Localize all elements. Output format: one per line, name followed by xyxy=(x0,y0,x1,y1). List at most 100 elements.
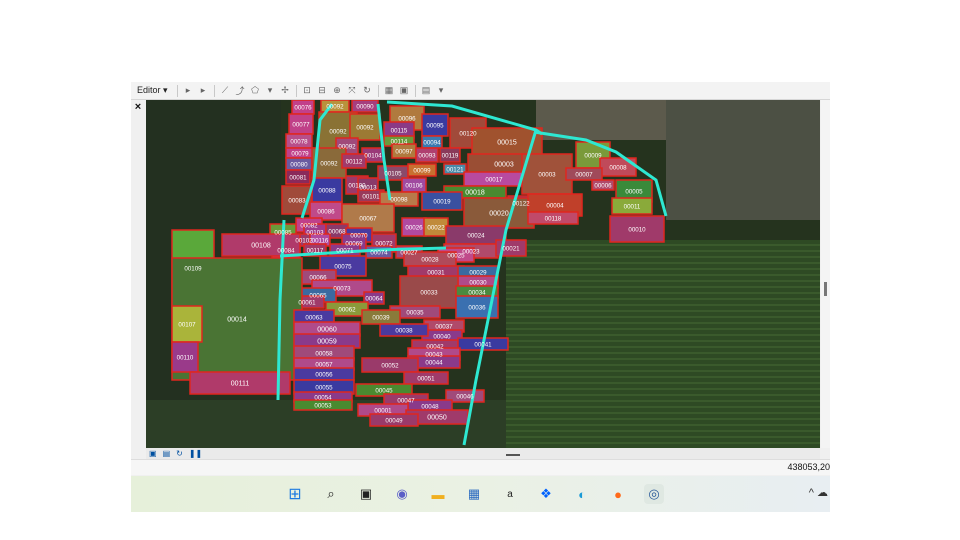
dropbox-icon[interactable]: ❖ xyxy=(536,484,556,504)
parcel-label: 00049 xyxy=(385,418,403,425)
parcel-label: 00065 xyxy=(309,293,327,300)
cut-polygon-icon[interactable]: ⊡ xyxy=(301,84,314,97)
parcel-label: 00064 xyxy=(365,296,383,303)
parcel-label: 00037 xyxy=(435,324,453,331)
parcel-label: 00116 xyxy=(312,238,329,245)
amazon-icon[interactable]: a xyxy=(500,484,520,504)
parcel-label: 00036 xyxy=(468,305,486,312)
close-icon[interactable]: × xyxy=(131,100,145,114)
vertical-scrollbar[interactable] xyxy=(821,100,830,448)
toolbar-separator xyxy=(176,84,178,97)
parcel-label: 00047 xyxy=(397,398,415,405)
rotate-icon[interactable]: ⊕ xyxy=(331,84,344,97)
parcel-label: 00058 xyxy=(315,351,333,358)
parcel-label: 00035 xyxy=(406,310,424,317)
parcel-label: 00078 xyxy=(290,139,308,146)
microsoft-store-icon[interactable]: ▦ xyxy=(464,484,484,504)
refresh-icon[interactable]: ↻ xyxy=(176,449,183,458)
parcel-label: 00096 xyxy=(398,116,416,123)
parcel-label: 00023 xyxy=(462,249,480,256)
create-features-icon[interactable]: ▤ xyxy=(420,84,433,97)
reshape-icon[interactable]: ✢ xyxy=(279,84,292,97)
parcel-label: 00028 xyxy=(421,257,439,264)
dropdown-icon[interactable]: ▾ xyxy=(435,84,448,97)
imagery-village-east xyxy=(666,100,820,220)
parcel-label: 00061 xyxy=(298,300,316,307)
parcel-label: 00095 xyxy=(426,123,444,130)
scrollbar-thumb[interactable] xyxy=(824,282,827,296)
parcel-label: 00033 xyxy=(420,290,438,297)
toolbar-separator xyxy=(213,84,215,97)
parcel-label: 00026 xyxy=(405,225,423,232)
parcel-label: 00006 xyxy=(594,183,612,190)
parcel-label: 00111 xyxy=(231,381,250,388)
gis-application-window: Editor ▾ ▸ ▸ ⟋ ⤴ ⬠ ▾ ✢ ⊡ ⊟ ⊕ ⤧ ↻ ▦ ▣ ▤ ▾… xyxy=(131,82,830,512)
arcgis-icon[interactable]: ◎ xyxy=(644,484,664,504)
parcel-label: 00071 xyxy=(336,248,354,255)
file-explorer-icon[interactable]: ▬ xyxy=(428,484,448,504)
teams-chat-icon[interactable]: ◉ xyxy=(392,484,412,504)
edit-annotation-icon[interactable]: ▸ xyxy=(197,84,210,97)
windows-start-icon[interactable]: ⊞ xyxy=(285,484,305,504)
parcel-label: 00066 xyxy=(309,275,327,282)
straight-segment-icon[interactable]: ⟋ xyxy=(219,84,232,97)
parcel-label: 00046 xyxy=(456,394,474,401)
coordinate-bar: 438053,20 xyxy=(131,459,830,475)
parcel-label: 00112 xyxy=(346,159,363,166)
parcel-label: 00009 xyxy=(584,153,602,160)
parcel-label: 00007 xyxy=(575,172,593,179)
toolbar-separator xyxy=(295,84,297,97)
parcel-label: 00057 xyxy=(315,362,333,369)
parcel-label: 00067 xyxy=(359,216,377,223)
parcel-label: 00092 xyxy=(329,129,347,136)
edge-browser-icon[interactable]: ◐ xyxy=(572,484,592,504)
editor-menu-button[interactable]: Editor ▾ xyxy=(131,85,174,96)
windows-taskbar: ⊞ ⌕ ▣ ◉ ▬ ▦ a ❖ ◐ ● ◎ ^ ☁ xyxy=(131,476,830,512)
firefox-icon[interactable]: ● xyxy=(608,484,628,504)
attributes-icon[interactable]: ▦ xyxy=(383,84,396,97)
trace-icon[interactable]: ⤴ xyxy=(234,84,247,97)
parcel-label: 00050 xyxy=(427,415,447,422)
edit-arrow-icon[interactable]: ▸ xyxy=(182,84,195,97)
map-view[interactable]: 00076 00092 00090 00077 00092 00092 00096 00095… xyxy=(146,100,820,448)
parcel-label: 00070 xyxy=(350,233,368,240)
parcel-label: 00019 xyxy=(433,199,451,206)
parcel-label: 00059 xyxy=(317,339,337,346)
parcel-label: 00090 xyxy=(356,104,374,111)
polygon-icon[interactable]: ⬠ xyxy=(249,84,262,97)
parcel-label: 00042 xyxy=(426,344,444,351)
toolbar-separator xyxy=(377,84,379,97)
parcel-label: 00080 xyxy=(290,162,308,169)
search-icon[interactable]: ⌕ xyxy=(321,484,341,504)
parcel-label: 00031 xyxy=(427,270,445,277)
task-view-icon[interactable]: ▣ xyxy=(356,484,376,504)
midpoint-icon[interactable]: ▾ xyxy=(264,84,277,97)
parcel-label: 00085 xyxy=(274,230,292,237)
parcel-label: 00081 xyxy=(289,175,307,182)
parcel-map[interactable]: 00076 00092 00090 00077 00092 00092 00096 00095… xyxy=(146,100,820,448)
panel-splitter[interactable] xyxy=(506,454,520,456)
parcel-label: 00029 xyxy=(469,270,487,277)
sketch-properties-icon[interactable]: ⤧ xyxy=(346,84,359,97)
parcel-label: 00092 xyxy=(338,144,356,151)
pause-icon[interactable]: ❚❚ xyxy=(189,449,202,458)
layout-view-icon[interactable]: ▣ xyxy=(149,449,157,458)
system-tray[interactable]: ^ ☁ xyxy=(809,486,828,499)
sketch-properties-icon[interactable]: ▣ xyxy=(398,84,411,97)
rotate-icon[interactable]: ↻ xyxy=(361,84,374,97)
parcel-label: 00063 xyxy=(305,315,323,322)
parcel-label: 00088 xyxy=(318,188,336,195)
parcel-label: 00092 xyxy=(326,104,344,111)
parcel-label: 00055 xyxy=(315,385,333,392)
parcel-label: 00053 xyxy=(314,403,332,410)
editor-toolbar: Editor ▾ ▸ ▸ ⟋ ⤴ ⬠ ▾ ✢ ⊡ ⊟ ⊕ ⤧ ↻ ▦ ▣ ▤ ▾ xyxy=(131,82,830,100)
parcel-label: 00044 xyxy=(425,360,443,367)
parcel-label: 00079 xyxy=(291,151,309,158)
parcel-label: 00020 xyxy=(489,211,509,218)
parcel-label: 00119 xyxy=(442,153,459,160)
imagery-rice-fields xyxy=(506,240,820,448)
split-icon[interactable]: ⊟ xyxy=(316,84,329,97)
data-view-icon[interactable]: ▤ xyxy=(163,449,171,458)
parcel-label: 00107 xyxy=(178,322,196,329)
parcel-label: 00099 xyxy=(413,168,431,175)
